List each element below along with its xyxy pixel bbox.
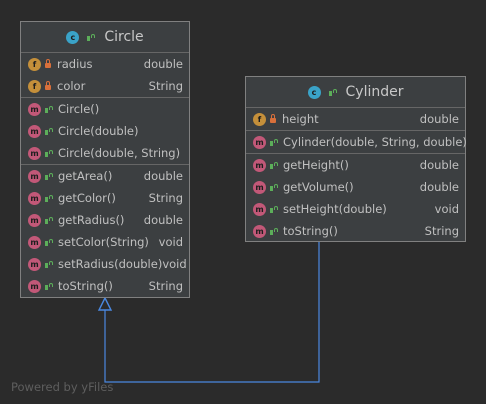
method-icon: m (253, 224, 266, 238)
constructor-name: Circle(double, String) (58, 146, 181, 160)
method-row[interactable]: m setHeight(double) void (246, 198, 465, 220)
class-circle-header[interactable]: c Circle (21, 22, 189, 53)
field-type: double (419, 112, 459, 126)
constructor-row[interactable]: m Circle(double, String) (21, 142, 189, 164)
method-name: getHeight() (283, 158, 349, 172)
constructor-name: Circle() (58, 102, 100, 116)
watermark: Powered by yFiles (11, 380, 114, 394)
method-return-type: void (434, 202, 459, 216)
private-visibility-icon (270, 114, 276, 123)
field-name: height (282, 112, 319, 126)
method-name: toString() (58, 279, 113, 293)
public-visibility-icon (45, 172, 53, 180)
field-icon: f (28, 79, 41, 93)
public-visibility-icon (45, 149, 53, 157)
method-return-type: double (419, 180, 459, 194)
field-row[interactable]: f color String (21, 75, 189, 97)
constructors-section: m Circle() m Circle(double) m Circle(dou… (21, 98, 189, 165)
public-visibility-icon (270, 138, 278, 146)
method-name: setHeight(double) (283, 202, 387, 216)
method-row[interactable]: m getRadius() double (21, 209, 189, 231)
fields-section: f height double (246, 108, 465, 131)
field-row[interactable]: f height double (246, 108, 465, 130)
public-visibility-icon (270, 205, 278, 213)
class-icon: c (307, 85, 321, 99)
inheritance-arrowhead (97, 296, 113, 311)
field-type: String (148, 79, 183, 93)
method-name: toString() (283, 224, 338, 238)
constructor-name: Circle(double) (58, 124, 139, 138)
method-return-type: void (162, 257, 187, 271)
method-return-type: double (143, 169, 183, 183)
constructor-row[interactable]: m Circle(double) (21, 120, 189, 142)
public-visibility-icon (87, 33, 96, 41)
method-return-type: String (148, 279, 183, 293)
method-row[interactable]: m setColor(String) void (21, 231, 189, 253)
field-name: radius (57, 57, 93, 71)
method-row[interactable]: m getArea() double (21, 165, 189, 187)
method-name: getVolume() (283, 180, 354, 194)
field-name: color (57, 79, 86, 93)
method-return-type: String (148, 191, 183, 205)
field-icon: f (28, 57, 41, 71)
class-circle[interactable]: c Circle f radius double f color String … (20, 21, 190, 298)
method-icon: m (253, 180, 266, 194)
private-visibility-icon (45, 59, 51, 68)
method-name: getArea() (58, 169, 113, 183)
method-return-type: void (158, 235, 183, 249)
method-return-type: double (143, 213, 183, 227)
method-name: getRadius() (58, 213, 125, 227)
method-row[interactable]: m toString() String (21, 275, 189, 297)
method-return-type: String (424, 224, 459, 238)
method-icon: m (28, 235, 41, 249)
public-visibility-icon (45, 194, 53, 202)
public-visibility-icon (45, 105, 53, 113)
public-visibility-icon (270, 161, 278, 169)
method-icon: m (253, 135, 266, 149)
public-visibility-icon (328, 88, 337, 96)
methods-section: m getHeight() double m getVolume() doubl… (246, 154, 465, 242)
method-return-type: double (419, 158, 459, 172)
public-visibility-icon (45, 282, 53, 290)
method-name: getColor() (58, 191, 116, 205)
fields-section: f radius double f color String (21, 53, 189, 98)
public-visibility-icon (45, 260, 53, 268)
field-row[interactable]: f radius double (21, 53, 189, 75)
public-visibility-icon (270, 183, 278, 191)
class-cylinder-header[interactable]: c Cylinder (246, 77, 465, 108)
method-row[interactable]: m toString() String (246, 220, 465, 242)
method-row[interactable]: m getColor() String (21, 187, 189, 209)
method-icon: m (28, 169, 41, 183)
method-name: setColor(String) (58, 235, 149, 249)
class-cylinder[interactable]: c Cylinder f height double m Cylinder(do… (245, 76, 467, 242)
method-icon: m (28, 124, 41, 138)
method-icon: m (253, 158, 266, 172)
method-row[interactable]: m getHeight() double (246, 154, 465, 176)
constructor-row[interactable]: m Circle() (21, 98, 189, 120)
field-icon: f (253, 112, 266, 126)
constructor-name: Cylinder(double, String, double) (283, 135, 467, 149)
public-visibility-icon (45, 127, 53, 135)
method-icon: m (28, 213, 41, 227)
method-icon: m (28, 102, 41, 116)
method-icon: m (253, 202, 266, 216)
public-visibility-icon (45, 216, 53, 224)
class-name: Circle (104, 29, 144, 45)
method-row[interactable]: m setRadius(double) void (21, 253, 189, 275)
method-icon: m (28, 191, 41, 205)
private-visibility-icon (45, 81, 51, 90)
method-icon: m (28, 279, 41, 293)
method-row[interactable]: m getVolume() double (246, 176, 465, 198)
class-icon: c (66, 30, 80, 44)
class-name: Cylinder (345, 84, 404, 100)
public-visibility-icon (45, 238, 53, 246)
constructor-row[interactable]: m Cylinder(double, String, double) (246, 131, 467, 153)
method-icon: m (28, 146, 41, 160)
method-icon: m (28, 257, 41, 271)
constructors-section: m Cylinder(double, String, double) (246, 131, 467, 154)
field-type: double (143, 57, 183, 71)
method-name: setRadius(double) (58, 257, 163, 271)
public-visibility-icon (270, 227, 278, 235)
methods-section: m getArea() double m getColor() String m… (21, 165, 189, 297)
